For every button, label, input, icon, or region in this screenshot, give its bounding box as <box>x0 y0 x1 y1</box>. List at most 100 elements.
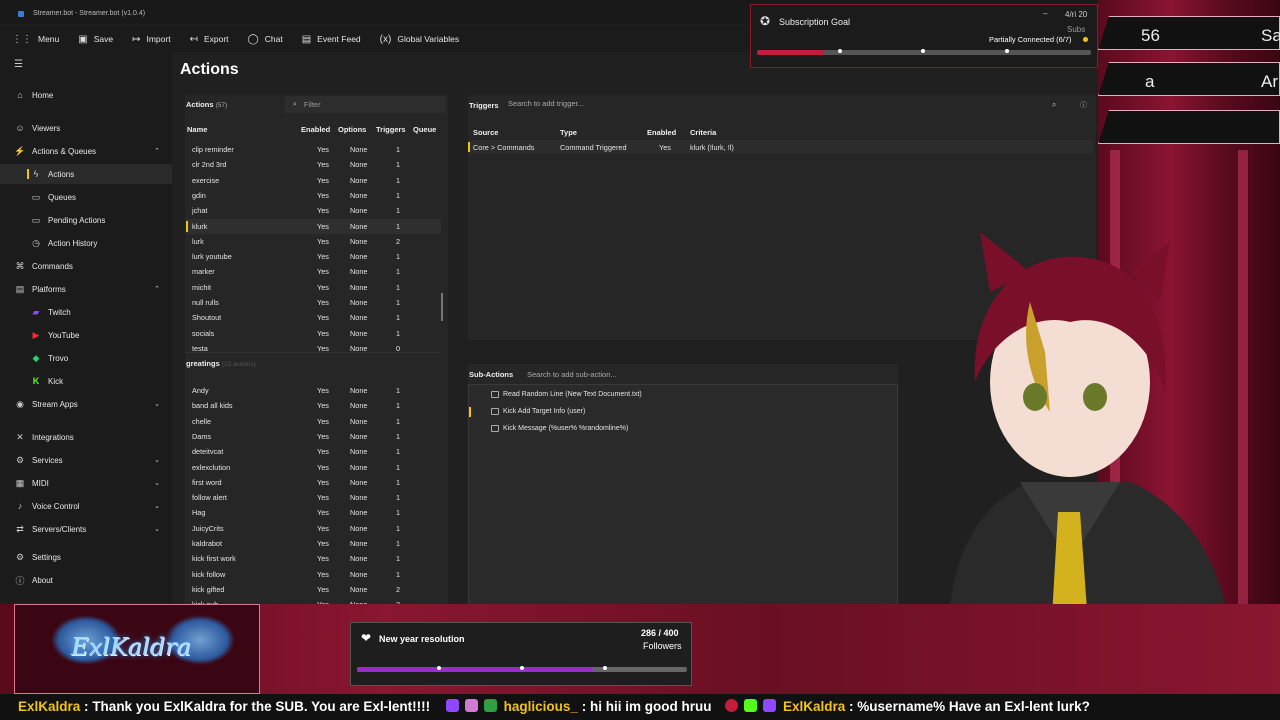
menu-button[interactable]: ⋮⋮ Menu <box>12 34 59 45</box>
action-row[interactable]: gdin Yes None 1 <box>186 188 441 203</box>
trigger-search-input[interactable]: Search to add trigger... <box>508 99 584 108</box>
sidebar-item-home[interactable]: ⌂ Home <box>0 85 172 105</box>
search-icon: ⌕ <box>293 100 297 108</box>
sidebar-item-youtube[interactable]: ▶ YouTube <box>0 325 172 345</box>
action-row[interactable]: clr 2nd 3rd Yes None 1 <box>186 157 441 172</box>
column-type[interactable]: Type <box>560 128 577 137</box>
avatar-eye <box>1083 383 1107 411</box>
sidebar-item-pending-actions[interactable]: ▭ Pending Actions <box>0 210 172 230</box>
column-criteria[interactable]: Criteria <box>690 128 716 137</box>
action-row[interactable]: deteitvcat Yes None 1 <box>186 444 441 459</box>
subactions-panel: Sub-Actions Search to add sub-action... … <box>468 364 898 612</box>
action-row[interactable]: Shoutout Yes None 1 <box>186 310 441 325</box>
action-row[interactable]: Andy Yes None 1 <box>186 383 441 398</box>
chat-message: ExlKaldra : Thank you ExlKaldra for the … <box>18 699 431 714</box>
filter-input[interactable]: ⌕ Filter <box>285 96 446 113</box>
sidebar-item-services[interactable]: ⚙ Services ⌄ <box>0 450 172 470</box>
action-row[interactable]: lurk Yes None 2 <box>186 234 441 249</box>
action-name: exlexclution <box>192 462 231 472</box>
chat-button[interactable]: ◯ Chat <box>248 34 283 45</box>
sidebar-item-about[interactable]: ⓘ About <box>0 570 172 590</box>
milestone-dot <box>838 49 842 53</box>
sidebar-item-twitch[interactable]: ▰ Twitch <box>0 302 172 322</box>
action-row[interactable]: follow alert Yes None 1 <box>186 490 441 505</box>
home-icon: ⌂ <box>17 90 23 100</box>
action-row[interactable]: Dams Yes None 1 <box>186 429 441 444</box>
sidebar-item-viewers[interactable]: ☺ Viewers <box>0 118 172 138</box>
subaction-icon <box>491 408 499 415</box>
event-feed-button[interactable]: ▤ Event Feed <box>302 34 361 45</box>
subaction-item[interactable]: Kick Message (%user% %randomline%) <box>469 421 897 437</box>
sidebar-item-trovo[interactable]: ◆ Trovo <box>0 348 172 368</box>
action-row[interactable]: socials Yes None 1 <box>186 326 441 341</box>
column-triggers[interactable]: Triggers <box>376 125 406 134</box>
action-options: None <box>350 508 368 518</box>
column-source[interactable]: Source <box>473 128 498 137</box>
scrollbar[interactable] <box>441 293 443 321</box>
subaction-item[interactable]: Read Random Line (New Text Document.txt) <box>469 387 897 403</box>
action-row[interactable]: exercise Yes None 1 <box>186 173 441 188</box>
group-header[interactable]: greatings (23 actions) <box>186 359 256 368</box>
sidebar-item-platforms[interactable]: ▤ Platforms ⌃ <box>0 279 172 299</box>
follower-goal: ❤ New year resolution 286 / 400 Follower… <box>350 622 692 686</box>
column-queue[interactable]: Queue <box>413 125 436 134</box>
hamburger-icon[interactable]: ☰ <box>14 59 23 70</box>
export-button[interactable]: ↤ Export <box>190 34 229 45</box>
sidebar-item-queues[interactable]: ▭ Queues <box>0 187 172 207</box>
column-enabled[interactable]: Enabled <box>301 125 330 134</box>
import-button[interactable]: ↦ Import <box>132 34 170 45</box>
minimize-icon[interactable]: – <box>1043 9 1047 18</box>
action-row[interactable]: null rulls Yes None 1 <box>186 295 441 310</box>
search-icon[interactable]: ⌕ <box>1052 100 1056 110</box>
sidebar-item-actions[interactable]: ϟ Actions <box>0 164 172 184</box>
action-enabled: Yes <box>317 252 329 262</box>
bolt-icon: ϟ <box>33 169 39 179</box>
sidebar-item-integrations[interactable]: ✕ Integrations <box>0 427 172 447</box>
action-row[interactable]: lurk youtube Yes None 1 <box>186 249 441 264</box>
action-row[interactable]: Hag Yes None 1 <box>186 505 441 520</box>
action-row[interactable]: jchat Yes None 1 <box>186 203 441 218</box>
action-row[interactable]: exlexclution Yes None 1 <box>186 460 441 475</box>
action-name: jchat <box>192 206 208 216</box>
connection-status[interactable]: Partially Connected (6/7) <box>989 35 1072 44</box>
twitch-icon: ▰ <box>32 306 40 317</box>
column-enabled[interactable]: Enabled <box>647 128 676 137</box>
sidebar-item-settings[interactable]: ⚙ Settings <box>0 547 172 567</box>
sidebar-item-voice-control[interactable]: ♪ Voice Control ⌄ <box>0 496 172 516</box>
chat-icon: ◯ <box>247 33 259 45</box>
action-row[interactable]: kick gifted Yes None 2 <box>186 582 441 597</box>
save-icon: ▣ <box>78 33 88 45</box>
action-row[interactable]: marker Yes None 1 <box>186 264 441 279</box>
sidebar-item-action-history[interactable]: ◷ Action History <box>0 233 172 253</box>
action-name: michit <box>192 282 212 292</box>
sidebar-item-servers-clients[interactable]: ⇄ Servers/Clients ⌄ <box>0 519 172 539</box>
action-row[interactable]: kaldrabot Yes None 1 <box>186 536 441 551</box>
sidebar-item-midi[interactable]: ▦ MIDI ⌄ <box>0 473 172 493</box>
action-row[interactable]: band all kids Yes None 1 <box>186 398 441 413</box>
youtube-icon: ▶ <box>32 329 40 340</box>
column-name[interactable]: Name <box>187 125 207 134</box>
action-row[interactable]: kick follow Yes None 1 <box>186 567 441 582</box>
actions-queues-icon: ⚡ <box>14 145 26 156</box>
action-row[interactable]: michit Yes None 1 <box>186 280 441 295</box>
sidebar-item-actions-queues[interactable]: ⚡ Actions & Queues ⌃ <box>0 141 172 161</box>
info-icon[interactable]: ⓘ <box>1080 100 1087 110</box>
sidebar-item-stream-apps[interactable]: ◉ Stream Apps ⌄ <box>0 394 172 414</box>
action-row[interactable]: clip reminder Yes None 1 <box>186 142 441 157</box>
action-row[interactable]: testa Yes None 0 <box>186 341 441 356</box>
action-row[interactable]: chelle Yes None 1 <box>186 414 441 429</box>
trigger-row[interactable]: Core > Commands Command Triggered Yes kl… <box>468 140 1093 154</box>
subaction-search-input[interactable]: Search to add sub-action... <box>527 370 617 379</box>
global-variables-button[interactable]: (x) Global Variables <box>380 34 459 45</box>
action-row[interactable]: kick first work Yes None 1 <box>186 551 441 566</box>
action-row[interactable]: JuicyCrits Yes None 1 <box>186 521 441 536</box>
column-options[interactable]: Options <box>338 125 366 134</box>
action-row[interactable]: first word Yes None 1 <box>186 475 441 490</box>
sidebar-item-kick[interactable]: K Kick <box>0 371 172 391</box>
save-button[interactable]: ▣ Save <box>78 34 113 45</box>
action-enabled: Yes <box>317 298 329 307</box>
chevron-down-icon: ⌄ <box>154 480 160 487</box>
sidebar-item-commands[interactable]: ⌘ Commands <box>0 256 172 276</box>
action-row[interactable]: klurk Yes None 1 <box>186 218 441 234</box>
subaction-item[interactable]: Kick Add Target Info (user) <box>469 404 897 420</box>
